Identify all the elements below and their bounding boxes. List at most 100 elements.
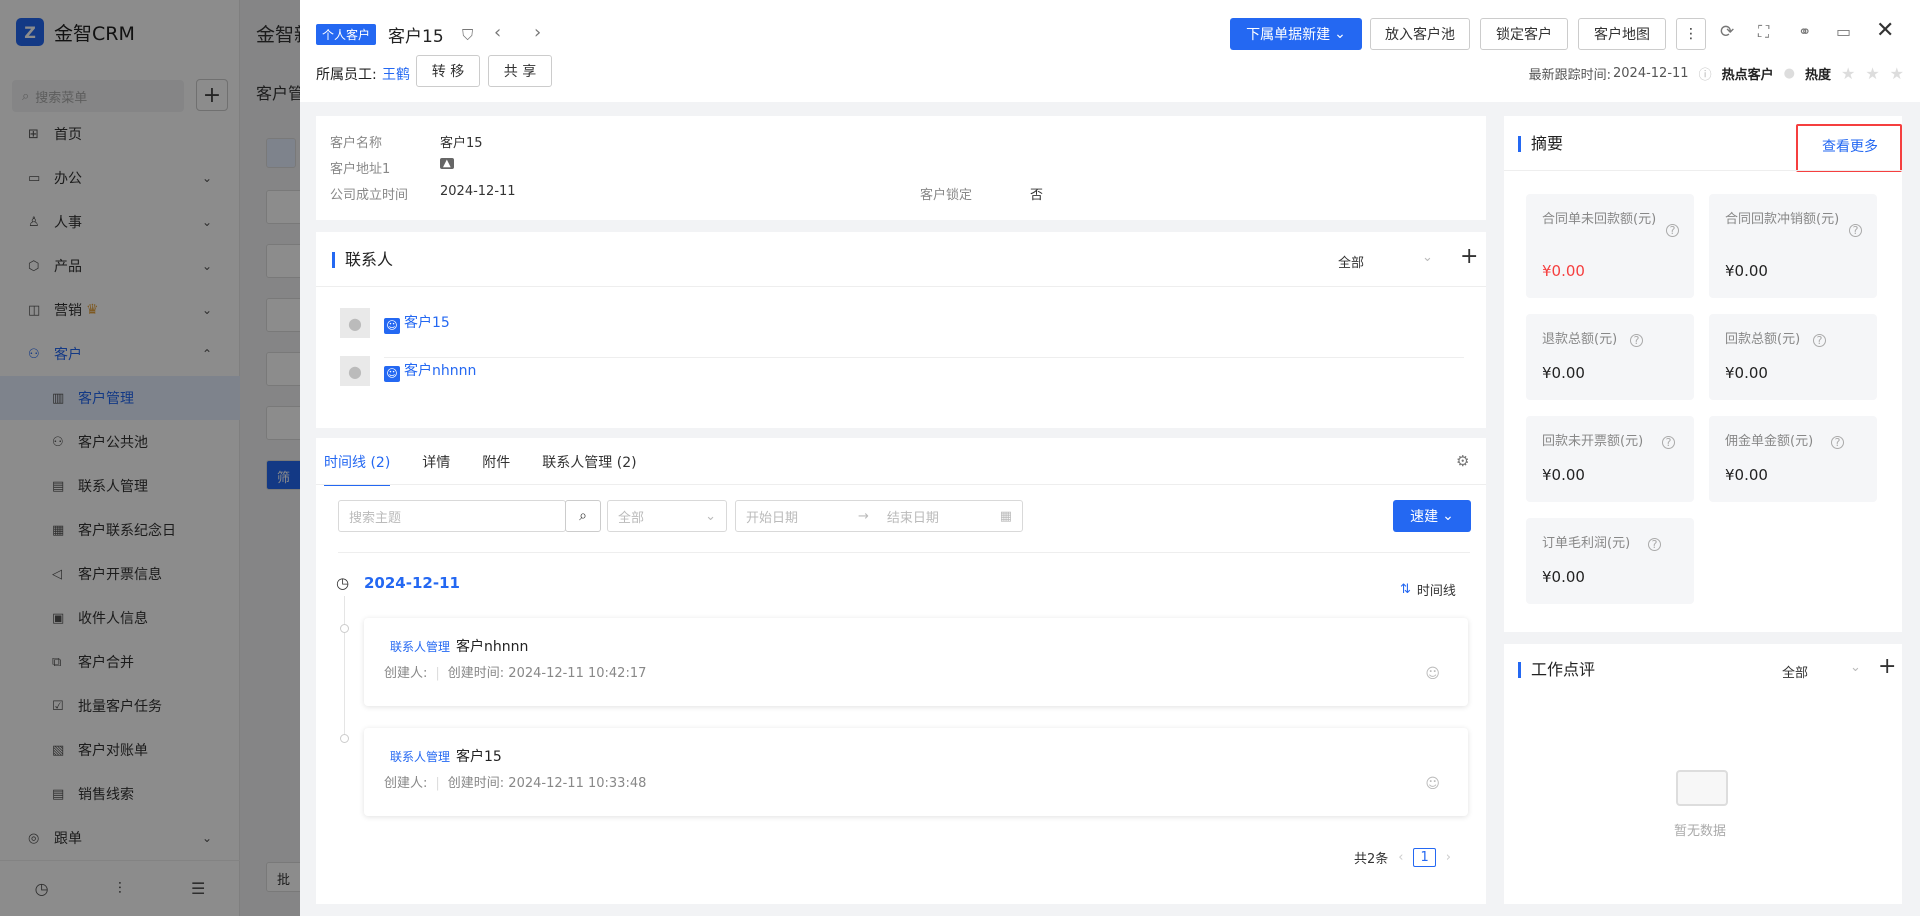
tab-contact-manage[interactable]: 联系人管理 (2) xyxy=(542,452,636,486)
entry-type: 联系人管理 xyxy=(390,640,451,654)
empty-inbox-icon xyxy=(1676,770,1728,806)
timeline-view-toggle[interactable]: ⇅ 时间线 xyxy=(1400,580,1456,599)
help-icon: ⓘ xyxy=(1698,68,1712,83)
clock-icon: ◷ xyxy=(336,574,350,592)
summary-value: ¥0.00 xyxy=(1542,364,1585,382)
date-range-picker[interactable]: 开始日期 → 结束日期 ▦ xyxy=(735,500,1023,532)
tab-details[interactable]: 详情 xyxy=(422,452,450,486)
work-review-title: 工作点评 xyxy=(1518,662,1595,678)
detail-tabs: 时间线 (2) 详情 附件 联系人管理 (2) xyxy=(324,452,637,486)
summary-label: 退款总额(元) xyxy=(1542,332,1618,347)
meta-separator: | xyxy=(435,666,440,681)
help-icon: ? xyxy=(1630,334,1643,347)
customer-detail-drawer: 个人客户 客户15 ⛉ ‹ › 所属员工: 王鹤 转 移 共 享 下属单据新建 ⌄… xyxy=(300,0,1920,916)
last-follow-label: 最新跟踪时间: xyxy=(1528,68,1612,83)
divider xyxy=(316,286,1486,287)
add-review-icon[interactable]: + xyxy=(1878,654,1896,679)
chevron-down-icon: ⌄ xyxy=(705,508,716,524)
timeline-entry[interactable]: 联系人管理 客户nhnnn 创建人: | 创建时间: 2024-12-11 10:4… xyxy=(364,618,1468,706)
help-icon: ? xyxy=(1666,224,1679,237)
contact-item[interactable]: ● ☺ 客户15 xyxy=(340,308,450,338)
add-contact-icon[interactable]: + xyxy=(1460,244,1478,269)
fullscreen-icon[interactable]: ⛶ xyxy=(1758,22,1769,42)
follow-info: 最新跟踪时间: 2024-12-11 ⓘ 热点客户 ● 热度 ★ ★ ★ xyxy=(1529,64,1904,83)
summary-item: 订单毛利润(元) ? ¥0.00 xyxy=(1526,518,1694,604)
end-date-placeholder: 结束日期 xyxy=(886,510,939,526)
tab-timeline[interactable]: 时间线 (2) xyxy=(324,452,391,486)
total-count: 共2条 xyxy=(1354,852,1389,867)
summary-label: 合同回款冲销额(元) xyxy=(1725,212,1840,227)
contacts-filter-select[interactable]: 全部 xyxy=(1338,252,1364,271)
contact-icon: ☺ xyxy=(384,366,400,382)
chevron-down-icon[interactable]: ⌄ xyxy=(1850,660,1861,675)
customer-info-card: 客户名称 客户15 客户地址1 ▲ 公司成立时间 2024-12-11 客户锁定… xyxy=(316,116,1486,220)
entry-meta: 创建人: | 创建时间: 2024-12-11 10:42:17 xyxy=(384,662,646,681)
contact-item[interactable]: ● ☺ 客户nhnnn xyxy=(340,356,476,386)
summary-value: ¥0.00 xyxy=(1542,568,1585,586)
prev-page-icon[interactable]: ‹ xyxy=(1398,850,1403,865)
lock-label: 客户锁定 xyxy=(920,188,973,203)
summary-label: 回款总额(元) xyxy=(1725,332,1801,347)
star-icon[interactable]: ★ xyxy=(1841,64,1855,83)
page-number[interactable]: 1 xyxy=(1413,848,1436,867)
lock-value: 否 xyxy=(1030,188,1044,203)
star-icon[interactable]: ★ xyxy=(1890,64,1904,83)
chevron-down-icon[interactable]: ⌄ xyxy=(1422,250,1433,265)
hot-customer-label: 热点客户 xyxy=(1721,68,1774,83)
link-icon[interactable]: ⚭ xyxy=(1798,22,1811,41)
new-sub-document-button[interactable]: 下属单据新建 ⌄ xyxy=(1230,18,1362,50)
start-date-placeholder: 开始日期 xyxy=(746,510,799,526)
map-pin-icon[interactable]: ▲ xyxy=(440,158,454,169)
next-page-icon[interactable]: › xyxy=(1446,850,1451,865)
refresh-icon[interactable]: ⟳ xyxy=(1720,22,1734,42)
close-icon[interactable]: ✕ xyxy=(1876,18,1894,43)
summary-label: 合同单未回款额(元) xyxy=(1542,212,1657,227)
hot-toggle-icon[interactable]: ● xyxy=(1784,66,1795,81)
lock-customer-button[interactable]: 锁定客户 xyxy=(1480,18,1568,50)
timeline-entry[interactable]: 联系人管理 客户15 创建人: | 创建时间: 2024-12-11 10:33:4… xyxy=(364,728,1468,816)
customer-name-value: 客户15 xyxy=(440,136,483,151)
type-filter-select[interactable]: 全部 ⌄ xyxy=(607,500,727,532)
summary-value: ¥0.00 xyxy=(1725,262,1768,280)
view-more-highlight xyxy=(1796,124,1902,172)
founded-value: 2024-12-11 xyxy=(440,184,516,199)
help-icon: ? xyxy=(1662,436,1675,449)
entry-meta: 创建人: | 创建时间: 2024-12-11 10:33:48 xyxy=(384,772,646,791)
put-into-pool-button[interactable]: 放入客户池 xyxy=(1370,18,1470,50)
employee-name-link[interactable]: 王鹤 xyxy=(382,64,410,84)
comment-icon[interactable]: ☺ xyxy=(1425,776,1440,792)
summary-item: 回款未开票额(元) ? ¥0.00 xyxy=(1526,416,1694,502)
review-filter-select[interactable]: 全部 xyxy=(1782,662,1808,681)
entry-name: 客户nhnnn xyxy=(456,639,529,655)
contacts-card: 联系人 全部 ⌄ + ● ☺ 客户15 ● ☺ 客户nhnnn xyxy=(316,232,1486,428)
next-icon[interactable]: › xyxy=(534,22,541,43)
divider xyxy=(384,357,1464,358)
help-icon: ? xyxy=(1813,334,1826,347)
search-subject-input[interactable]: 搜索主题 xyxy=(338,500,566,532)
comment-icon[interactable]: ☺ xyxy=(1425,666,1440,682)
summary-item: 退款总额(元) ? ¥0.00 xyxy=(1526,314,1694,400)
star-icon[interactable]: ★ xyxy=(1865,64,1879,83)
gear-icon[interactable]: ⚙ xyxy=(1456,452,1469,470)
calendar-icon: ▦ xyxy=(999,508,1012,524)
contact-link[interactable]: ☺ 客户15 xyxy=(384,312,450,334)
tab-attachments[interactable]: 附件 xyxy=(482,452,510,486)
summary-title: 摘要 xyxy=(1518,136,1563,152)
more-options-icon[interactable]: ⋮ xyxy=(1676,18,1706,50)
contact-link[interactable]: ☺ 客户nhnnn xyxy=(384,360,476,382)
transfer-button[interactable]: 转 移 xyxy=(416,55,480,87)
shield-icon[interactable]: ⛉ xyxy=(462,26,473,44)
chevron-down-icon: ⌄ xyxy=(1442,508,1454,524)
prev-icon[interactable]: ‹ xyxy=(494,22,501,43)
customer-address-label: 客户地址1 xyxy=(330,162,391,177)
customer-name-label: 客户名称 xyxy=(330,136,383,151)
summary-label: 佣金单金额(元) xyxy=(1725,434,1814,449)
creator-label: 创建人: xyxy=(384,776,428,791)
share-button[interactable]: 共 享 xyxy=(488,55,552,87)
quick-create-button[interactable]: 速建 ⌄ xyxy=(1393,500,1471,532)
window-icon[interactable]: ▭ xyxy=(1836,22,1851,41)
customer-map-button[interactable]: 客户地图 xyxy=(1578,18,1666,50)
contact-name: 客户nhnnn xyxy=(404,363,477,379)
entry-name: 客户15 xyxy=(456,749,502,765)
search-icon[interactable]: ⌕ xyxy=(565,500,601,532)
